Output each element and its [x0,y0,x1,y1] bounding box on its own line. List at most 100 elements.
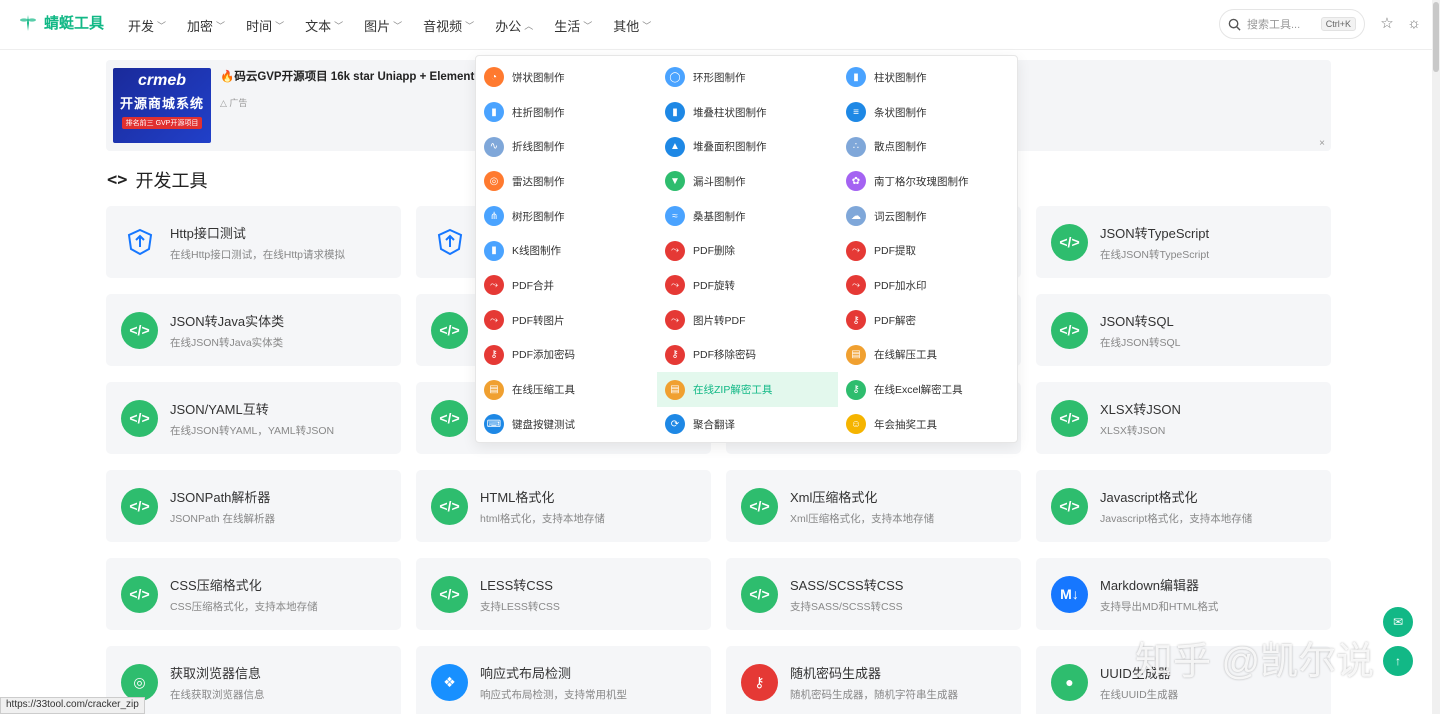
ad-image-badge: 排名前三 GVP开源项目 [121,117,203,129]
nav-item-0[interactable]: 开发 ﹀ [128,16,166,35]
dropdown-item-label: 图片转PDF [693,314,746,327]
dropdown-item[interactable]: ⟳ 聚合翻译 [657,407,838,442]
dropdown-item-label: 桑基图制作 [693,210,746,223]
archive-icon: ▤ [484,379,504,400]
tool-card-text: HTML格式化 html格式化，支持本地存储 [480,487,605,526]
dropdown-item[interactable]: ⤳ PDF转图片 [476,303,657,338]
tool-card[interactable]: ◎ 获取浏览器信息 在线获取浏览器信息 [106,646,401,714]
dropdown-item[interactable]: ⚷ PDF添加密码 [476,338,657,373]
nav-item-6[interactable]: 办公 ︿ [495,16,533,35]
tool-card-text: Xml压缩格式化 Xml压缩格式化，支持本地存储 [790,487,934,526]
dropdown-item[interactable]: ∿ 折线图制作 [476,129,657,164]
dropdown-item-label: 散点图制作 [874,141,927,154]
tool-card-text: LESS转CSS 支持LESS转CSS [480,575,560,614]
tool-card[interactable]: M↓ Markdown编辑器 支持导出MD和HTML格式 [1036,558,1331,630]
tool-card[interactable]: </> HTML格式化 html格式化，支持本地存储 [416,470,711,542]
nav-item-3[interactable]: 文本 ﹀ [305,16,343,35]
section-title-text: 开发工具 [135,171,208,191]
donut-chart-icon: ◯ [665,67,685,88]
tool-card[interactable]: </> SASS/SCSS转CSS 支持SASS/SCSS转CSS [726,558,1021,630]
dropdown-item[interactable]: ≈ 桑基图制作 [657,199,838,234]
key-icon: ⚷ [665,344,685,365]
dropdown-item[interactable]: ▼ 漏斗图制作 [657,164,838,199]
dropdown-item[interactable]: ⤳ PDF加水印 [838,268,1019,303]
page-scrollbar[interactable] [1432,0,1440,714]
dropdown-item[interactable]: ⚷ PDF解密 [838,303,1019,338]
nav-item-4[interactable]: 图片 ﹀ [364,16,402,35]
chevron-down-icon: ﹀ [583,20,593,31]
code-icon: </> [1051,399,1088,437]
site-logo[interactable]: 蜻蜓工具 [18,12,104,33]
nav-item-5[interactable]: 音视频 ﹀ [423,16,474,35]
dropdown-item[interactable]: ⤳ PDF旋转 [657,268,838,303]
nav-item-2[interactable]: 时间 ﹀ [246,16,284,35]
tool-card[interactable]: </> JSON/YAML互转 在线JSON转YAML，YAML转JSON [106,382,401,454]
nav-item-label: 办公 [495,18,522,34]
tool-card[interactable]: ⚷ 随机密码生成器 随机密码生成器，随机字符串生成器 [726,646,1021,714]
code-icon: </> [121,575,158,613]
tool-card[interactable]: </> Xml压缩格式化 Xml压缩格式化，支持本地存储 [726,470,1021,542]
dropdown-item[interactable]: ▤ 在线压缩工具 [476,372,657,407]
back-to-top-button[interactable]: ↑ [1383,646,1413,676]
logo-text: 蜻蜓工具 [44,15,105,32]
dropdown-item[interactable]: ◎ 雷达图制作 [476,164,657,199]
search-input[interactable]: 搜索工具... [1247,16,1315,32]
dropdown-item[interactable]: ∴ 散点图制作 [838,129,1019,164]
nav-item-8[interactable]: 其他 ﹀ [613,16,651,35]
tool-card-title: Markdown编辑器 [1100,577,1199,593]
tool-card-title: JSON转TypeScript [1100,225,1210,241]
dropdown-item[interactable]: ⌨ 键盘按键测试 [476,407,657,442]
dropdown-item[interactable]: ⚷ PDF移除密码 [657,338,838,373]
dropdown-item[interactable]: ▤ 在线解压工具 [838,338,1019,373]
tool-card-description: CSS压缩格式化，支持本地存储 [170,600,318,613]
tool-card[interactable]: </> JSON转TypeScript 在线JSON转TypeScript [1036,206,1331,278]
tool-card[interactable]: </> JSON转Java实体类 在线JSON转Java实体类 [106,294,401,366]
nav-item-7[interactable]: 生活 ﹀ [554,16,592,35]
dropdown-item[interactable]: ▲ 堆叠面积图制作 [657,129,838,164]
theme-toggle-icon[interactable]: ☼ [1405,15,1423,33]
tool-card[interactable]: ❖ 响应式布局检测 响应式布局检测，支持常用机型 [416,646,711,714]
dropdown-item[interactable]: ⤳ PDF删除 [657,233,838,268]
dragonfly-icon [20,14,36,31]
chevron-down-icon: ﹀ [275,20,285,31]
dropdown-item[interactable]: ▮ 柱折图制作 [476,95,657,130]
dropdown-item[interactable]: ▮ K线图制作 [476,233,657,268]
dropdown-item-label: 柱状图制作 [874,71,927,84]
search-box[interactable]: 搜索工具... Ctrl+K [1219,9,1365,39]
dropdown-item[interactable]: ≡ 条状图制作 [838,95,1019,130]
dropdown-item[interactable]: ☁ 词云图制作 [838,199,1019,234]
tool-card-title: XLSX转JSON [1100,401,1181,417]
nav-item-1[interactable]: 加密 ﹀ [187,16,225,35]
pie-chart-icon: ◔ [484,67,504,88]
dropdown-item[interactable]: ⋔ 树形图制作 [476,199,657,234]
ad-image[interactable]: crmeb 开源商城系统 排名前三 GVP开源项目 [113,68,211,143]
tool-card[interactable]: </> CSS压缩格式化 CSS压缩格式化，支持本地存储 [106,558,401,630]
dropdown-item[interactable]: ⤳ PDF合并 [476,268,657,303]
dropdown-item[interactable]: ⤳ 图片转PDF [657,303,838,338]
wechat-icon: ✉ [1392,615,1404,629]
tool-card[interactable]: </> XLSX转JSON XLSX转JSON [1036,382,1331,454]
tool-card[interactable]: </> LESS转CSS 支持LESS转CSS [416,558,711,630]
wechat-float-button[interactable]: ✉ [1383,607,1413,637]
dropdown-item[interactable]: ◔ 饼状图制作 [476,60,657,95]
dropdown-item[interactable]: ☺ 年会抽奖工具 [838,407,1019,442]
ad-close-icon[interactable]: × [1319,138,1325,149]
tool-card[interactable]: Http接口测试 在线Http接口测试，在线Http请求模拟 [106,206,401,278]
dropdown-item[interactable]: ▮ 堆叠柱状图制作 [657,95,838,130]
dropdown-item[interactable]: ▤ 在线ZIP解密工具 [657,372,838,407]
tool-card[interactable]: </> JSONPath解析器 JSONPath 在线解析器 [106,470,401,542]
bar-chart-icon: ▮ [846,67,866,88]
dropdown-item[interactable]: ▮ 柱状图制作 [838,60,1019,95]
dropdown-item[interactable]: ✿ 南丁格尔玫瑰图制作 [838,164,1019,199]
scrollbar-thumb[interactable] [1433,2,1439,72]
dropdown-item[interactable]: ⤳ PDF提取 [838,233,1019,268]
dropdown-item[interactable]: ◯ 环形图制作 [657,60,838,95]
dropdown-item[interactable]: ⚷ 在线Excel解密工具 [838,372,1019,407]
ad-title[interactable]: 🔥码云GVP开源项目 16k star Uniapp + ElementUI 功 [220,68,500,84]
star-icon[interactable]: ☆ [1378,15,1396,33]
nav-item-label: 图片 [364,18,391,34]
tool-card[interactable]: </> JSON转SQL 在线JSON转SQL [1036,294,1331,366]
dropdown-item-label: 在线解压工具 [874,349,937,362]
tool-card-text: SASS/SCSS转CSS 支持SASS/SCSS转CSS [790,575,903,614]
tool-card[interactable]: </> Javascript格式化 Javascript格式化，支持本地存储 [1036,470,1331,542]
